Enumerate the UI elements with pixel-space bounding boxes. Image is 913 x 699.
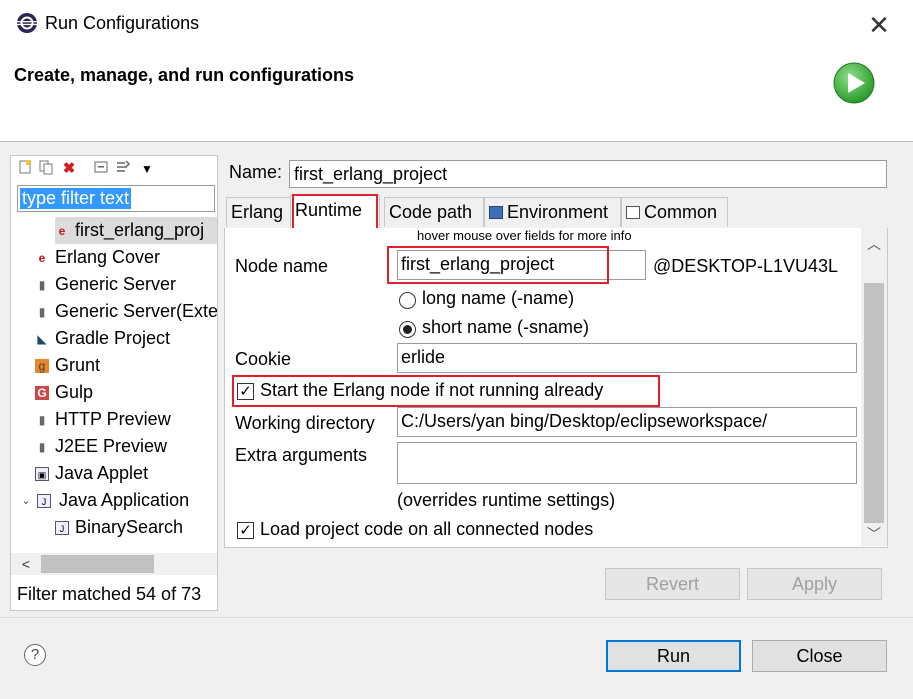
- scrollbar-thumb[interactable]: [864, 283, 884, 523]
- dialog-header-title: Create, manage, and run configurations: [14, 65, 355, 85]
- common-icon: [626, 206, 640, 219]
- extra-args-input[interactable]: [397, 442, 857, 484]
- gulp-icon: G: [35, 386, 49, 400]
- tree-horizontal-scrollbar[interactable]: <: [11, 553, 217, 575]
- long-name-radio[interactable]: [399, 292, 416, 309]
- tree-item-first-erlang-proj[interactable]: e first_erlang_proj: [55, 217, 217, 244]
- cookie-label: Cookie: [235, 349, 292, 369]
- server-icon: ▮: [38, 413, 46, 427]
- extra-args-label: Extra arguments: [235, 445, 368, 465]
- node-name-label: Node name: [235, 256, 329, 276]
- apply-button[interactable]: Apply: [747, 568, 882, 600]
- scroll-up-icon[interactable]: ︿: [861, 234, 887, 252]
- dialog-footer: ? Run Close: [0, 617, 913, 699]
- close-window-icon[interactable]: ✕: [862, 8, 896, 42]
- java-applet-icon: ▣: [35, 467, 49, 481]
- config-tree: e first_erlang_proj e Erlang Cover ▮ Gen…: [11, 217, 217, 553]
- eclipse-icon: [17, 13, 37, 33]
- working-dir-label: Working directory: [235, 413, 375, 433]
- runtime-tab-highlight: [292, 194, 378, 230]
- short-name-radio[interactable]: [399, 321, 416, 338]
- filter-input[interactable]: type filter text: [17, 185, 215, 212]
- window-title: Run Configurations: [45, 13, 200, 33]
- tab-code-path[interactable]: Code path: [384, 197, 484, 227]
- title-bar: Run Configurations ✕: [0, 0, 913, 50]
- view-menu-chevron-icon[interactable]: ▼: [137, 159, 157, 179]
- grunt-icon: g: [35, 359, 49, 373]
- working-dir-input[interactable]: C:/Users/yan bing/Desktop/eclipseworkspa…: [397, 407, 857, 437]
- new-config-icon[interactable]: [15, 159, 35, 179]
- node-name-highlight: [387, 246, 609, 284]
- filter-status-text: Filter matched 54 of 73: [17, 584, 202, 604]
- run-icon: [833, 62, 875, 104]
- revert-button[interactable]: Revert: [605, 568, 740, 600]
- load-code-checkbox[interactable]: ✓: [237, 522, 254, 539]
- config-name-input[interactable]: first_erlang_project: [289, 160, 887, 188]
- erlang-icon: e: [38, 251, 46, 265]
- filter-input-text: type filter text: [20, 188, 132, 209]
- tab-erlang[interactable]: Erlang: [226, 197, 292, 227]
- config-list-panel: ✖ ▼ type filter text e first_erlang_proj…: [10, 155, 218, 611]
- tab-environment[interactable]: Environment: [484, 197, 621, 227]
- server-icon: ▮: [38, 440, 46, 454]
- filter-configs-icon[interactable]: [113, 159, 133, 179]
- short-name-label: short name (-sname): [422, 317, 590, 337]
- node-host-text: @DESKTOP-L1VU43L: [653, 256, 839, 276]
- start-node-highlight: [232, 375, 660, 407]
- long-name-label: long name (-name): [422, 288, 575, 308]
- dialog-header: Create, manage, and run configurations: [0, 50, 913, 142]
- environment-icon: [489, 206, 503, 219]
- scroll-down-icon[interactable]: ﹀: [861, 524, 887, 542]
- name-label: Name:: [229, 162, 283, 182]
- help-icon[interactable]: ?: [24, 644, 46, 666]
- load-code-label: Load project code on all connected nodes: [260, 519, 594, 539]
- hover-hint-text: hover mouse over fields for more info: [417, 228, 632, 243]
- collapse-all-icon[interactable]: [91, 159, 111, 179]
- config-toolbar: ✖ ▼: [11, 156, 217, 182]
- tab-common[interactable]: Common: [621, 197, 728, 227]
- server-icon: ▮: [38, 278, 46, 292]
- erlang-icon: e: [58, 224, 66, 238]
- server-icon: ▮: [38, 305, 46, 319]
- java-app-icon: J: [55, 521, 69, 535]
- delete-config-icon[interactable]: ✖: [59, 159, 79, 179]
- gradle-icon: ◣: [37, 332, 47, 346]
- scroll-left-icon[interactable]: <: [17, 553, 35, 575]
- duplicate-config-icon[interactable]: [36, 159, 56, 179]
- close-button[interactable]: Close: [752, 640, 887, 672]
- run-button[interactable]: Run: [606, 640, 741, 672]
- java-app-icon: J: [37, 494, 51, 508]
- overrides-note: (overrides runtime settings): [397, 490, 616, 510]
- panel-vertical-scrollbar[interactable]: ︿ ﹀: [861, 228, 887, 546]
- cookie-input[interactable]: erlide: [397, 343, 857, 373]
- main-area: ✖ ▼ type filter text e first_erlang_proj…: [0, 142, 913, 617]
- scrollbar-thumb[interactable]: [41, 555, 154, 573]
- chevron-down-icon[interactable]: ⌄: [21, 494, 31, 508]
